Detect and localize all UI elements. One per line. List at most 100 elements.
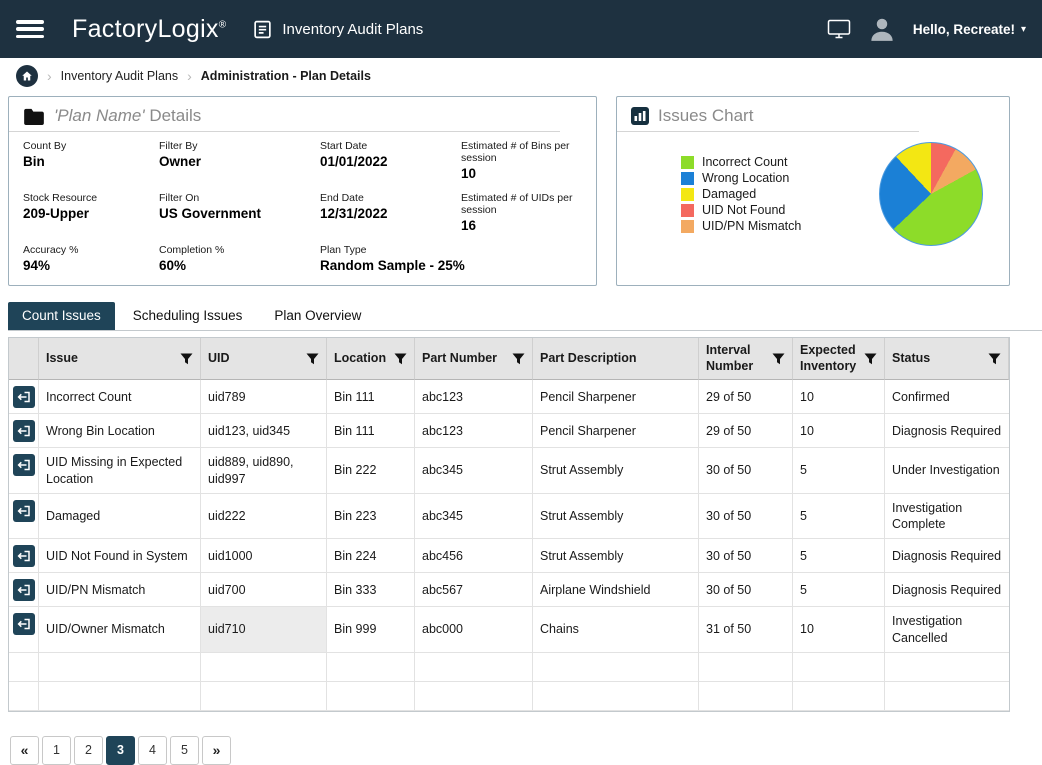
legend-item: UID/PN Mismatch [681, 219, 855, 233]
legend-item: Wrong Location [681, 171, 855, 185]
cell-uid: uid889, uid890, uid997 [201, 448, 327, 494]
column-header: UID [201, 338, 327, 380]
field-value: Bin [23, 154, 153, 169]
filter-icon[interactable] [180, 353, 193, 365]
page-header: Inventory Audit Plans [252, 19, 423, 40]
pagination-page[interactable]: 4 [138, 736, 167, 765]
app-window: FactoryLogix® Inventory Audit Plans [0, 0, 1042, 711]
detail-field: Estimated # of UIDs per session 16 [461, 192, 586, 233]
display-icon[interactable] [827, 19, 851, 39]
field-value: 60% [159, 258, 314, 273]
table-row: UID Not Found in System uid1000 Bin 224 … [9, 539, 1009, 573]
open-issue-button[interactable] [13, 500, 35, 522]
details-label: Details [145, 106, 202, 125]
cell-issue: Damaged [39, 494, 201, 540]
filter-icon[interactable] [988, 353, 1001, 365]
open-issue-button[interactable] [13, 613, 35, 635]
filter-icon[interactable] [306, 353, 319, 365]
filter-icon[interactable] [394, 353, 407, 365]
issues-chart-panel: Issues Chart Incorrect Count Wrong Locat… [616, 96, 1010, 286]
filter-icon[interactable] [772, 353, 785, 365]
table-row: Incorrect Count uid789 Bin 111 abc123 Pe… [9, 380, 1009, 414]
field-label: Accuracy % [23, 244, 153, 256]
column-label: Issue [46, 351, 78, 367]
detail-field: Plan Type Random Sample - 25% [320, 244, 586, 273]
folder-icon [23, 108, 45, 125]
pagination-page[interactable]: 2 [74, 736, 103, 765]
open-record-icon [13, 545, 35, 567]
issues-chart-body: Incorrect Count Wrong Location Damaged U… [617, 132, 1009, 260]
legend-item: Damaged [681, 187, 855, 201]
bar-chart-icon [631, 107, 649, 125]
plan-details-panel: 'Plan Name' Details Count By Bin Filter … [8, 96, 597, 286]
pagination-first[interactable]: « [10, 736, 39, 765]
cell-part-description: Strut Assembly [533, 448, 699, 494]
issues-pie-chart [879, 142, 983, 246]
open-issue-button[interactable] [13, 545, 35, 567]
field-value: 01/01/2022 [320, 154, 455, 169]
cell-status: Investigation Cancelled [885, 607, 1009, 653]
open-issue-button[interactable] [13, 386, 35, 408]
legend-swatch [681, 204, 694, 217]
table-row: Damaged uid222 Bin 223 abc345 Strut Asse… [9, 494, 1009, 540]
pagination-page[interactable]: 5 [170, 736, 199, 765]
legend-swatch [681, 156, 694, 169]
field-value: US Government [159, 206, 314, 221]
open-record-icon [13, 579, 35, 601]
cell-part-number: abc123 [415, 414, 533, 448]
open-issue-button[interactable] [13, 420, 35, 442]
detail-field: Filter On US Government [159, 192, 314, 233]
brand-logo: FactoryLogix® [72, 15, 226, 44]
field-label: Plan Type [320, 244, 586, 256]
field-label: Start Date [320, 140, 455, 152]
cell-part-number: abc123 [415, 380, 533, 414]
column-header: Issue [39, 338, 201, 380]
pagination-page[interactable]: 3 [106, 736, 135, 765]
table-header-row: Issue UID Location Part Number [9, 338, 1009, 380]
open-issue-button[interactable] [13, 579, 35, 601]
open-record-icon [13, 386, 35, 408]
filter-icon[interactable] [864, 353, 877, 365]
filter-icon[interactable] [512, 353, 525, 365]
cell-interval: 30 of 50 [699, 448, 793, 494]
detail-field: End Date 12/31/2022 [320, 192, 455, 233]
user-menu[interactable]: Hello, Recreate! ▾ [913, 22, 1026, 37]
cell-expected: 10 [793, 380, 885, 414]
table-row: UID/PN Mismatch uid700 Bin 333 abc567 Ai… [9, 573, 1009, 607]
tab[interactable]: Plan Overview [260, 302, 375, 330]
pagination-last[interactable]: » [202, 736, 231, 765]
legend-item: Incorrect Count [681, 155, 855, 169]
field-label: Stock Resource [23, 192, 153, 204]
field-value: Random Sample - 25% [320, 258, 586, 273]
tab[interactable]: Count Issues [8, 302, 115, 330]
pagination-page[interactable]: 1 [42, 736, 71, 765]
breadcrumb-item-plans[interactable]: Inventory Audit Plans [61, 69, 178, 83]
tab[interactable]: Scheduling Issues [119, 302, 257, 330]
cell-status: Diagnosis Required [885, 573, 1009, 607]
legend-label: Damaged [702, 187, 756, 201]
cell-part-number: abc345 [415, 448, 533, 494]
field-value: 16 [461, 218, 586, 233]
legend-swatch [681, 188, 694, 201]
cell-issue: UID/PN Mismatch [39, 573, 201, 607]
cell-part-description: Strut Assembly [533, 539, 699, 573]
cell-expected: 10 [793, 414, 885, 448]
empty-table-row [9, 682, 1009, 711]
home-icon[interactable] [16, 65, 38, 87]
cell-interval: 30 of 50 [699, 494, 793, 540]
plan-fields: Count By Bin Filter By Owner Start Date … [9, 132, 596, 285]
avatar-icon[interactable] [867, 14, 897, 44]
cell-location: Bin 222 [327, 448, 415, 494]
cell-issue: UID/Owner Mismatch [39, 607, 201, 653]
cell-expected: 5 [793, 448, 885, 494]
cell-status: Investigation Complete [885, 494, 1009, 540]
breadcrumb-current: Administration - Plan Details [201, 69, 371, 83]
open-issue-button[interactable] [13, 454, 35, 476]
menu-button[interactable] [16, 18, 46, 40]
cell-status: Diagnosis Required [885, 414, 1009, 448]
field-label: Count By [23, 140, 153, 152]
column-label: Expected Inventory [800, 343, 860, 374]
chevron-down-icon: ▾ [1021, 24, 1026, 35]
cell-interval: 31 of 50 [699, 607, 793, 653]
legend-swatch [681, 220, 694, 233]
